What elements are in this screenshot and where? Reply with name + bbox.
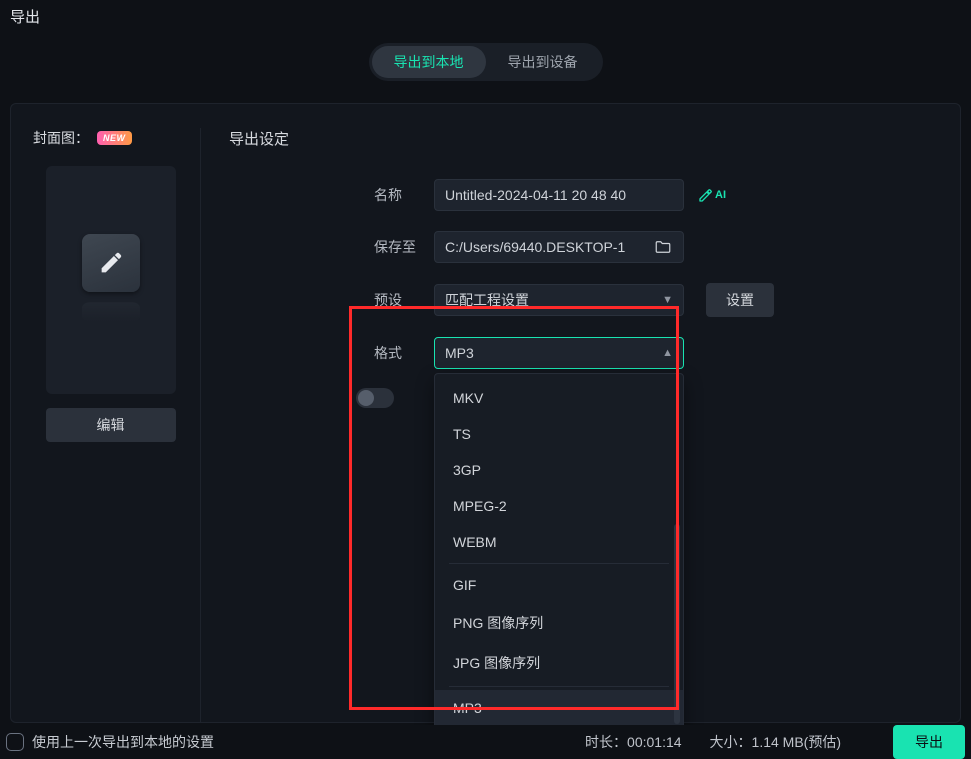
tab-export-local[interactable]: 导出到本地 xyxy=(372,46,486,78)
export-button[interactable]: 导出 xyxy=(893,725,965,759)
advanced-toggle-holder xyxy=(356,388,394,408)
format-option-mkv[interactable]: MKV xyxy=(435,380,683,416)
label-save-to: 保存至 xyxy=(374,237,434,257)
preset-value: 匹配工程设置 xyxy=(445,290,529,310)
format-option-mpeg2[interactable]: MPEG-2 xyxy=(435,488,683,524)
settings-header: 导出设定 xyxy=(229,128,956,149)
format-option-3gp[interactable]: 3GP xyxy=(435,452,683,488)
label-preset: 预设 xyxy=(374,290,434,310)
dropdown-separator xyxy=(449,686,669,687)
cover-label: 封面图： xyxy=(33,128,89,148)
row-name: 名称 AI xyxy=(374,179,956,211)
bottom-bar: 使用上一次导出到本地的设置 时长：00:01:14 大小：1.14 MB(预估)… xyxy=(0,725,971,759)
format-dropdown-scroll: MKV TS 3GP MPEG-2 WEBM GIF PNG 图像序列 JPG … xyxy=(435,380,683,726)
new-badge: NEW xyxy=(97,131,132,145)
row-save-to: 保存至 xyxy=(374,231,956,263)
cover-header: 封面图： NEW xyxy=(33,128,188,148)
label-format: 格式 xyxy=(374,343,434,363)
cover-thumbnail[interactable] xyxy=(46,166,176,394)
format-select-wrap: MP3 ▲ MKV TS 3GP MPEG-2 WEBM GIF PNG 图像序 xyxy=(434,337,684,369)
thumbnail-reflection xyxy=(82,302,140,322)
advanced-toggle[interactable] xyxy=(356,388,394,408)
format-select[interactable]: MP3 ▲ xyxy=(434,337,684,369)
toggle-thumb xyxy=(358,390,374,406)
duration-label: 时长： xyxy=(585,734,627,750)
page-title: 导出 xyxy=(0,0,971,39)
format-option-gif[interactable]: GIF xyxy=(435,567,683,603)
folder-icon xyxy=(654,238,672,256)
chevron-down-icon: ▼ xyxy=(662,294,673,306)
preset-select[interactable]: 匹配工程设置 ▼ xyxy=(434,284,684,316)
tabs-row: 导出到本地 导出到设备 xyxy=(0,39,971,103)
use-last-settings-checkbox[interactable] xyxy=(6,733,24,751)
export-card: 封面图： NEW 编辑 导出设定 名称 xyxy=(10,103,961,723)
pencil-icon xyxy=(82,234,140,292)
save-path-input[interactable] xyxy=(434,231,684,263)
format-option-jpg-seq[interactable]: JPG 图像序列 xyxy=(435,643,683,683)
name-input[interactable] xyxy=(434,179,684,211)
preset-settings-button[interactable]: 设置 xyxy=(706,283,774,317)
size-label: 大小： xyxy=(710,734,752,750)
size-value: 1.14 MB(预估) xyxy=(752,734,841,750)
row-preset: 预设 匹配工程设置 ▼ 设置 xyxy=(374,283,956,317)
cover-column: 封面图： NEW 编辑 xyxy=(33,128,201,722)
size-stat: 大小：1.14 MB(预估) xyxy=(710,732,841,752)
settings-column: 导出设定 名称 AI 保存至 xyxy=(201,128,956,722)
bottom-stats: 时长：00:01:14 大小：1.14 MB(预估) 导出 xyxy=(585,725,965,759)
label-name: 名称 xyxy=(374,185,434,205)
format-option-mp3[interactable]: MP3 xyxy=(435,690,683,726)
format-option-ts[interactable]: TS xyxy=(435,416,683,452)
format-dropdown: MKV TS 3GP MPEG-2 WEBM GIF PNG 图像序列 JPG … xyxy=(434,373,684,733)
ai-label: AI xyxy=(715,189,726,201)
use-last-settings-label: 使用上一次导出到本地的设置 xyxy=(32,732,214,752)
form-area: 名称 AI 保存至 xyxy=(229,179,956,399)
edit-cover-button[interactable]: 编辑 xyxy=(46,408,176,442)
tab-export-device[interactable]: 导出到设备 xyxy=(486,46,600,78)
ai-rename-button[interactable]: AI xyxy=(698,187,726,203)
chevron-up-icon: ▲ xyxy=(662,347,673,359)
format-value: MP3 xyxy=(445,345,474,361)
duration-value: 00:01:14 xyxy=(627,734,682,750)
tabs-pill: 导出到本地 导出到设备 xyxy=(369,43,603,81)
format-option-png-seq[interactable]: PNG 图像序列 xyxy=(435,603,683,643)
pencil-ai-icon xyxy=(698,187,714,203)
row-format: 格式 MP3 ▲ MKV TS 3GP MPEG-2 WEBM xyxy=(374,337,956,369)
format-option-webm[interactable]: WEBM xyxy=(435,524,683,560)
dropdown-separator xyxy=(449,563,669,564)
dropdown-scrollbar[interactable] xyxy=(674,524,680,724)
browse-folder-button[interactable] xyxy=(654,238,672,256)
duration-stat: 时长：00:01:14 xyxy=(585,732,682,752)
